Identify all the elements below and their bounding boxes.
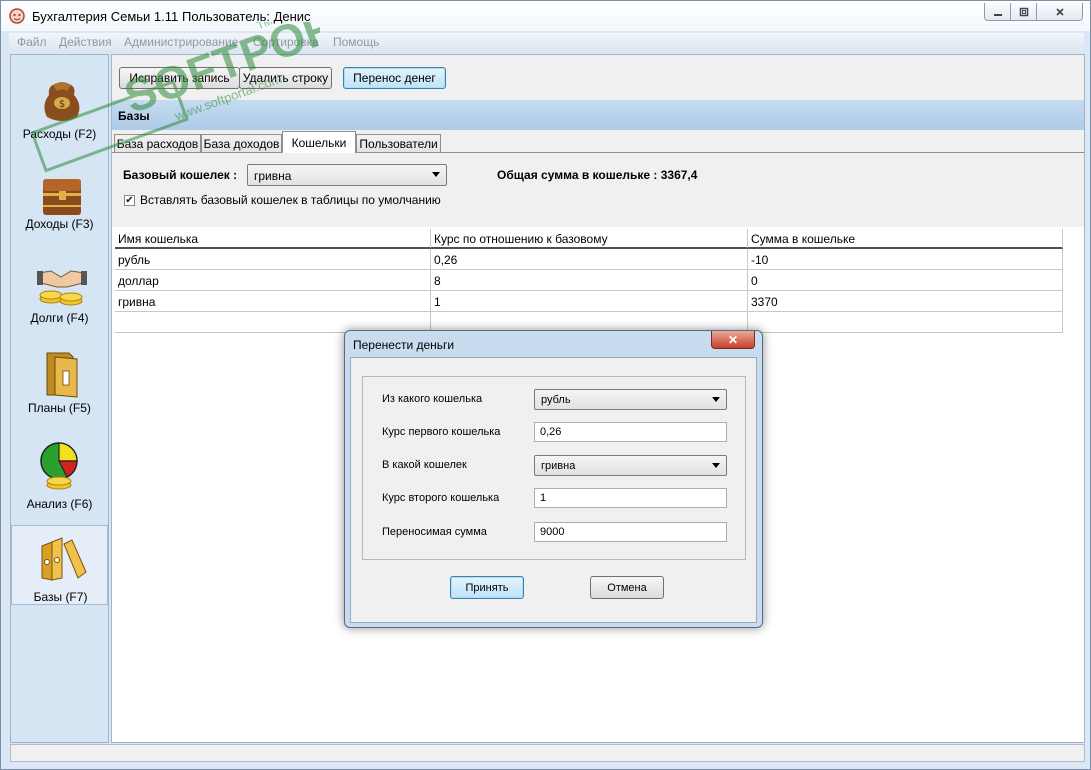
second-rate-input[interactable]: 1	[534, 488, 727, 508]
menu-help[interactable]: Помощь	[333, 35, 379, 49]
folder-icon	[46, 352, 78, 398]
table-cell[interactable]: 0	[748, 270, 1063, 291]
table-cell[interactable]: 3370	[748, 291, 1063, 312]
chevron-down-icon	[712, 463, 720, 468]
default-wallet-checkbox-label: Вставлять базовый кошелек в таблицы по у…	[140, 193, 441, 207]
table-cell[interactable]: 8	[431, 270, 748, 291]
tab-wallets[interactable]: Кошельки	[282, 131, 356, 153]
status-bar	[10, 744, 1085, 762]
sidebar-item-bases[interactable]: Базы (F7)	[11, 525, 108, 605]
sidebar-item-label: Анализ (F6)	[26, 497, 93, 511]
table-cell[interactable]: 1	[431, 291, 748, 312]
menu-administration[interactable]: Администрирование	[124, 35, 238, 49]
sidebar-item-label: Доходы (F3)	[25, 217, 94, 231]
sidebar: $ Расходы (F2) Доходы (F3) Долги (F4) Пл…	[10, 54, 109, 743]
current-user: Пользователь: Денис	[182, 9, 311, 24]
tab-strip: База расходов База доходов Кошельки Поль…	[112, 130, 1084, 153]
dialog-body: Из какого кошелька рубль Курс первого ко…	[350, 357, 757, 623]
to-wallet-label: В какой кошелек	[382, 459, 467, 471]
dialog-close-button[interactable]: ✕	[711, 331, 755, 349]
delete-row-button[interactable]: Удалить строку	[239, 67, 332, 89]
menu-sorting[interactable]: Сортировка	[253, 35, 319, 49]
column-header-wallet-name[interactable]: Имя кошелька	[115, 229, 431, 249]
to-wallet-select[interactable]: гривна	[534, 455, 727, 476]
close-icon	[1055, 7, 1064, 16]
sidebar-item-expenses[interactable]: $ Расходы (F2)	[11, 77, 108, 157]
transfer-money-dialog: Перенести деньги ✕ Из какого кошелька ру…	[344, 330, 763, 628]
close-icon: ✕	[727, 332, 739, 347]
column-header-amount[interactable]: Сумма в кошельке	[748, 229, 1063, 249]
handshake-coins-icon	[37, 270, 87, 306]
section-header: Базы	[112, 100, 1084, 130]
maximize-button[interactable]	[1010, 3, 1037, 21]
menu-file[interactable]: Файл	[17, 35, 47, 49]
transfer-amount-input[interactable]: 9000	[534, 522, 727, 542]
dialog-title: Перенести деньги	[353, 338, 455, 352]
wallets-panel: Базовый кошелек : гривна Общая сумма в к…	[112, 152, 1084, 227]
wallet-total: Общая сумма в кошельке : 3367,4	[497, 168, 698, 182]
from-wallet-select[interactable]: рубль	[534, 389, 727, 410]
checkmark-icon: ✔	[125, 195, 134, 206]
minimize-icon	[993, 13, 1002, 16]
treasure-chest-icon	[43, 179, 81, 215]
tab-expenses-base[interactable]: База расходов	[114, 134, 201, 153]
menu-actions[interactable]: Действия	[59, 35, 112, 49]
coins-bag-icon: $	[44, 82, 80, 121]
app-logo-icon	[9, 8, 25, 24]
section-title: Базы	[118, 109, 150, 123]
chevron-down-icon	[432, 172, 440, 177]
svg-text:$: $	[59, 99, 65, 110]
table-cell[interactable]: гривна	[115, 291, 431, 312]
binders-icon	[41, 537, 87, 581]
table-cell[interactable]	[748, 312, 1063, 333]
restore-icon	[1019, 7, 1028, 16]
toolbar: Исправить запись Удалить строку Перенос …	[112, 55, 1084, 100]
table-cell[interactable]: -10	[748, 249, 1063, 270]
transfer-money-button[interactable]: Перенос денег	[343, 67, 446, 89]
first-rate-input[interactable]: 0,26	[534, 422, 727, 442]
base-wallet-value: гривна	[254, 169, 292, 183]
sidebar-item-label: Планы (F5)	[28, 401, 91, 415]
chevron-down-icon	[712, 397, 720, 402]
sidebar-item-label: Расходы (F2)	[22, 127, 97, 141]
transfer-amount-label: Переносимая сумма	[382, 526, 487, 538]
minimize-button[interactable]	[984, 3, 1011, 21]
tab-users[interactable]: Пользователи	[356, 134, 441, 153]
base-wallet-label: Базовый кошелек :	[123, 168, 238, 182]
sidebar-item-label: Долги (F4)	[30, 311, 89, 325]
from-wallet-value: рубль	[541, 394, 571, 406]
accept-button[interactable]: Принять	[450, 576, 524, 599]
pie-chart-icon	[40, 442, 78, 490]
window-title: Бухгалтерия Семьи 1.11	[32, 9, 179, 24]
transfer-fields-group: Из какого кошелька рубль Курс первого ко…	[362, 376, 746, 560]
tab-income-base[interactable]: База доходов	[201, 134, 282, 153]
title-bar[interactable]: Бухгалтерия Семьи 1.11 Пользователь: Ден…	[1, 1, 1090, 31]
sidebar-item-income[interactable]: Доходы (F3)	[11, 171, 108, 251]
table-cell[interactable]: доллар	[115, 270, 431, 291]
from-wallet-label: Из какого кошелька	[382, 393, 483, 405]
default-wallet-checkbox[interactable]: ✔	[124, 195, 135, 206]
sidebar-item-plans[interactable]: Планы (F5)	[11, 349, 108, 429]
first-rate-label: Курс первого кошелька	[382, 426, 501, 438]
cancel-button[interactable]: Отмена	[590, 576, 664, 599]
close-window-button[interactable]	[1036, 3, 1083, 21]
sidebar-item-label: Базы (F7)	[33, 590, 88, 604]
sidebar-item-analysis[interactable]: Анализ (F6)	[11, 441, 108, 521]
sidebar-item-debts[interactable]: Долги (F4)	[11, 263, 108, 343]
second-rate-label: Курс второго кошелька	[382, 492, 500, 504]
column-header-rate[interactable]: Курс по отношению к базовому	[431, 229, 748, 249]
edit-record-button[interactable]: Исправить запись	[119, 67, 240, 89]
table-cell[interactable]: рубль	[115, 249, 431, 270]
base-wallet-select[interactable]: гривна	[247, 164, 447, 186]
menu-bar: Файл Действия Администрирование Сортиров…	[9, 33, 1084, 51]
to-wallet-value: гривна	[541, 460, 576, 472]
table-cell[interactable]: 0,26	[431, 249, 748, 270]
